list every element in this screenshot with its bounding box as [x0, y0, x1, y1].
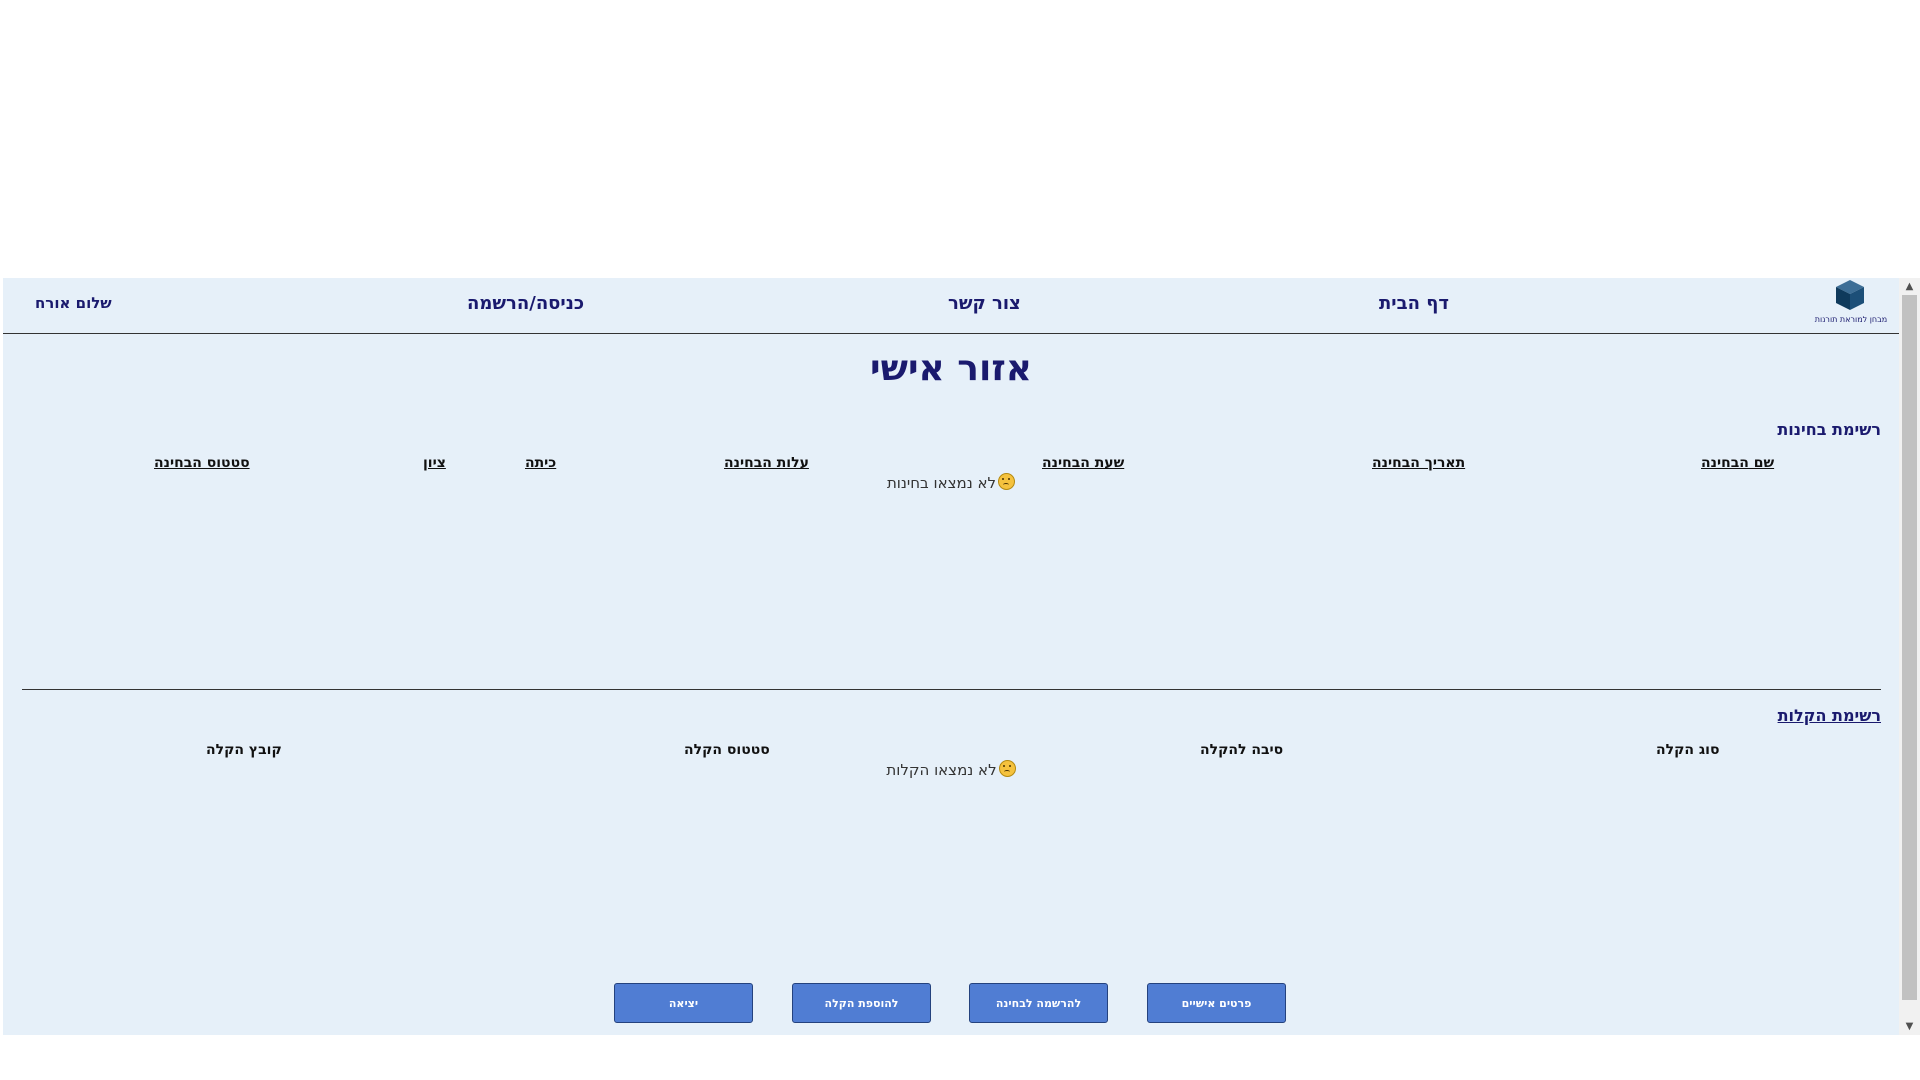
guest-greeting: שלום אורח: [35, 294, 112, 312]
header-divider: [3, 333, 1899, 334]
accommodation-type-column-header: סוג הקלה: [1656, 742, 1720, 758]
exam-date-column-header[interactable]: תאריך הבחינה: [1372, 455, 1465, 471]
add-accommodation-button[interactable]: להוספת הקלה: [792, 983, 931, 1023]
scrollbar-thumb[interactable]: [1902, 295, 1917, 1000]
section-divider: [22, 689, 1881, 690]
accommodation-status-column-header: סטטוס הקלה: [684, 742, 770, 758]
exam-status-column-header[interactable]: סטטוס הבחינה: [154, 455, 250, 471]
page-title: אזור אישי: [870, 348, 1032, 389]
logo-tagline: מבחן למוראת תורנות: [1814, 315, 1888, 324]
exit-button[interactable]: יציאה: [614, 983, 753, 1023]
vertical-scrollbar[interactable]: ▲ ▼: [1899, 278, 1920, 1035]
cube-logo-icon: [1836, 280, 1864, 310]
exams-empty-state: לא נמצאו בחינות: [3, 473, 1899, 492]
accommodation-file-column-header: קובץ הקלה: [206, 742, 282, 758]
sad-face-icon: [998, 473, 1016, 490]
site-logo[interactable]: מבחן למוראת תורנות: [1803, 278, 1899, 330]
accommodations-empty-state: לא נמצאו הקלות: [3, 760, 1899, 779]
accommodations-section-title[interactable]: רשימת הקלות: [1778, 706, 1881, 725]
class-column-header[interactable]: כיתה: [525, 455, 556, 471]
register-exam-button[interactable]: להרשמה לבחינה: [969, 983, 1108, 1023]
grade-column-header[interactable]: ציון: [423, 455, 446, 471]
accommodation-reason-column-header: סיבה להקלה: [1200, 742, 1284, 758]
nav-login-link[interactable]: כניסה/הרשמה: [467, 293, 584, 314]
exam-cost-column-header[interactable]: עלות הבחינה: [724, 455, 809, 471]
nav-home-link[interactable]: דף הבית: [1379, 293, 1449, 314]
scroll-down-arrow-icon[interactable]: ▼: [1899, 1018, 1920, 1035]
accommodations-empty-message: לא נמצאו הקלות: [886, 761, 997, 779]
scroll-up-arrow-icon[interactable]: ▲: [1899, 278, 1920, 295]
exam-time-column-header[interactable]: שעת הבחינה: [1042, 455, 1124, 471]
exams-section-title: רשימת בחינות: [1777, 420, 1881, 439]
nav-contact-link[interactable]: צור קשר: [948, 293, 1021, 314]
exams-empty-message: לא נמצאו בחינות: [886, 474, 997, 492]
app-frame: מבחן למוראת תורנות דף הבית צור קשר כניסה…: [3, 278, 1899, 1035]
sad-face-icon: [998, 760, 1016, 777]
exam-name-column-header[interactable]: שם הבחינה: [1701, 455, 1774, 471]
top-navbar: מבחן למוראת תורנות דף הבית צור קשר כניסה…: [3, 278, 1899, 334]
personal-details-button[interactable]: פרטים אישיים: [1147, 983, 1286, 1023]
